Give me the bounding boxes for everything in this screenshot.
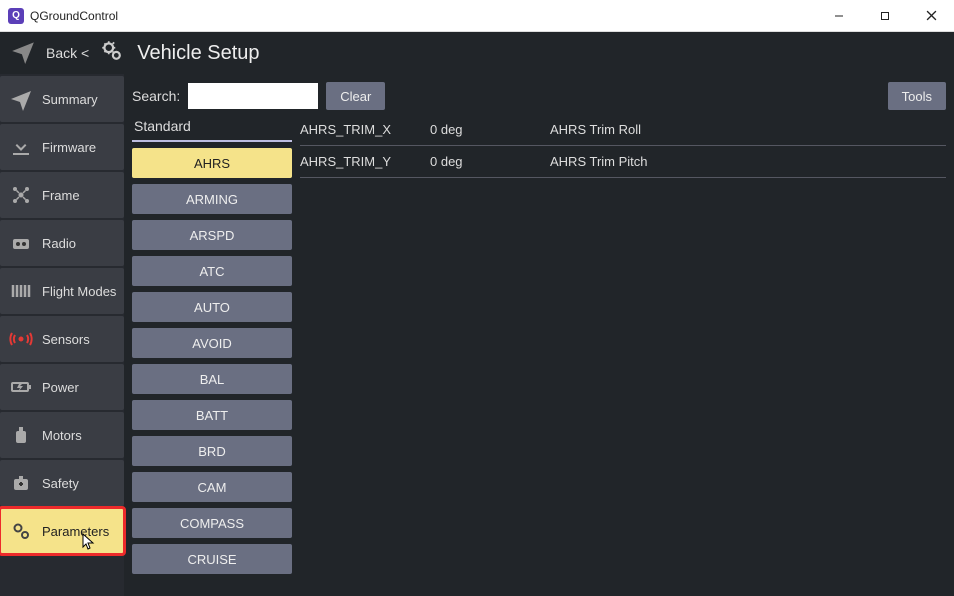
sensors-icon bbox=[8, 326, 34, 352]
sidebar-item-summary[interactable]: Summary bbox=[0, 76, 124, 122]
safety-icon bbox=[8, 470, 34, 496]
sidebar-item-label: Flight Modes bbox=[42, 284, 116, 299]
category-item-avoid[interactable]: AVOID bbox=[132, 328, 292, 358]
sidebar-item-label: Power bbox=[42, 380, 79, 395]
sidebar: Summary Firmware Frame Radio Flight Mode… bbox=[0, 74, 124, 596]
param-value: 0 deg bbox=[430, 122, 550, 137]
close-button[interactable] bbox=[908, 0, 954, 32]
minimize-button[interactable] bbox=[816, 0, 862, 32]
search-row: Search: Clear Tools bbox=[132, 78, 946, 114]
category-item-cruise[interactable]: CRUISE bbox=[132, 544, 292, 574]
parameter-table: AHRS_TRIM_X 0 deg AHRS Trim Roll AHRS_TR… bbox=[300, 114, 946, 596]
category-list: AHRS ARMING ARSPD ATC AUTO AVOID BAL BAT… bbox=[132, 148, 292, 574]
sidebar-item-label: Sensors bbox=[42, 332, 90, 347]
motors-icon bbox=[8, 422, 34, 448]
main: Summary Firmware Frame Radio Flight Mode… bbox=[0, 74, 954, 596]
download-icon bbox=[8, 134, 34, 160]
plane-icon bbox=[8, 86, 34, 112]
table-row[interactable]: AHRS_TRIM_Y 0 deg AHRS Trim Pitch bbox=[300, 146, 946, 178]
sidebar-item-label: Parameters bbox=[42, 524, 109, 539]
maximize-button[interactable] bbox=[862, 0, 908, 32]
sidebar-item-motors[interactable]: Motors bbox=[0, 412, 124, 458]
sidebar-item-safety[interactable]: Safety bbox=[0, 460, 124, 506]
sidebar-item-label: Motors bbox=[42, 428, 82, 443]
power-icon bbox=[8, 374, 34, 400]
category-item-compass[interactable]: COMPASS bbox=[132, 508, 292, 538]
sidebar-item-frame[interactable]: Frame bbox=[0, 172, 124, 218]
category-item-brd[interactable]: BRD bbox=[132, 436, 292, 466]
category-item-cam[interactable]: CAM bbox=[132, 472, 292, 502]
category-header: Standard bbox=[132, 114, 292, 142]
cursor-icon bbox=[82, 533, 96, 556]
sidebar-item-label: Firmware bbox=[42, 140, 96, 155]
category-item-arming[interactable]: ARMING bbox=[132, 184, 292, 214]
category-item-auto[interactable]: AUTO bbox=[132, 292, 292, 322]
window-title: QGroundControl bbox=[30, 9, 118, 23]
table-row[interactable]: AHRS_TRIM_X 0 deg AHRS Trim Roll bbox=[300, 114, 946, 146]
sidebar-item-parameters[interactable]: Parameters bbox=[0, 508, 124, 554]
window-controls bbox=[816, 0, 954, 32]
sidebar-item-flight-modes[interactable]: Flight Modes bbox=[0, 268, 124, 314]
topbar: Back < Vehicle Setup bbox=[0, 32, 954, 74]
gears-icon bbox=[99, 38, 125, 69]
param-name: AHRS_TRIM_X bbox=[300, 122, 430, 137]
search-label: Search: bbox=[132, 88, 180, 104]
category-item-bal[interactable]: BAL bbox=[132, 364, 292, 394]
window-titlebar: Q QGroundControl bbox=[0, 0, 954, 32]
sidebar-item-power[interactable]: Power bbox=[0, 364, 124, 410]
modes-icon bbox=[8, 278, 34, 304]
category-item-atc[interactable]: ATC bbox=[132, 256, 292, 286]
sidebar-item-label: Summary bbox=[42, 92, 98, 107]
content: Search: Clear Tools Standard AHRS ARMING… bbox=[124, 74, 954, 596]
frame-icon bbox=[8, 182, 34, 208]
sidebar-item-firmware[interactable]: Firmware bbox=[0, 124, 124, 170]
page-title: Vehicle Setup bbox=[137, 42, 259, 65]
app-root: Back < Vehicle Setup Summary Firmware Fr… bbox=[0, 32, 954, 596]
param-name: AHRS_TRIM_Y bbox=[300, 154, 430, 169]
tools-button[interactable]: Tools bbox=[888, 82, 946, 110]
param-desc: AHRS Trim Pitch bbox=[550, 154, 946, 169]
sidebar-item-label: Radio bbox=[42, 236, 76, 251]
category-item-arspd[interactable]: ARSPD bbox=[132, 220, 292, 250]
back-link[interactable]: Back < bbox=[46, 45, 89, 61]
category-column: Standard AHRS ARMING ARSPD ATC AUTO AVOI… bbox=[132, 114, 292, 596]
sidebar-item-sensors[interactable]: Sensors bbox=[0, 316, 124, 362]
sidebar-item-label: Safety bbox=[42, 476, 79, 491]
sidebar-item-radio[interactable]: Radio bbox=[0, 220, 124, 266]
radio-icon bbox=[8, 230, 34, 256]
gears-icon bbox=[8, 518, 34, 544]
body-row: Standard AHRS ARMING ARSPD ATC AUTO AVOI… bbox=[132, 114, 946, 596]
category-item-batt[interactable]: BATT bbox=[132, 400, 292, 430]
param-value: 0 deg bbox=[430, 154, 550, 169]
sidebar-item-label: Frame bbox=[42, 188, 80, 203]
param-desc: AHRS Trim Roll bbox=[550, 122, 946, 137]
category-item-ahrs[interactable]: AHRS bbox=[132, 148, 292, 178]
plane-icon[interactable] bbox=[10, 38, 36, 69]
app-icon: Q bbox=[8, 8, 24, 24]
clear-button[interactable]: Clear bbox=[326, 82, 385, 110]
search-input[interactable] bbox=[188, 83, 318, 109]
